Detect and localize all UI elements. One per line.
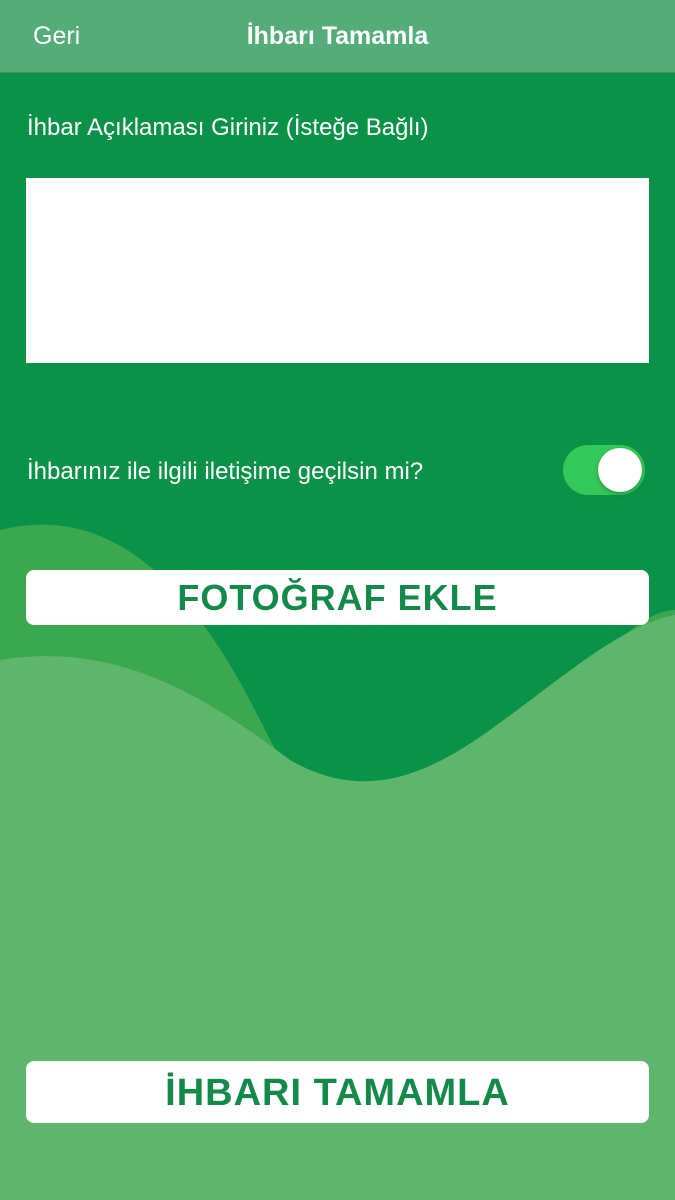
submit-report-button[interactable]: İHBARI TAMAMLA <box>26 1061 649 1123</box>
description-input[interactable] <box>26 178 649 363</box>
add-photo-button[interactable]: FOTOĞRAF EKLE <box>26 570 649 625</box>
toggle-knob <box>598 448 642 492</box>
contact-permission-toggle[interactable] <box>563 445 645 495</box>
contact-permission-label: İhbarınız ile ilgili iletişime geçilsin … <box>27 458 424 485</box>
description-label: İhbar Açıklaması Giriniz (İsteğe Bağlı) <box>27 114 429 141</box>
page-title: İhbarı Tamamla <box>246 22 429 50</box>
navigation-bar: Geri İhbarı Tamamla <box>0 0 675 73</box>
